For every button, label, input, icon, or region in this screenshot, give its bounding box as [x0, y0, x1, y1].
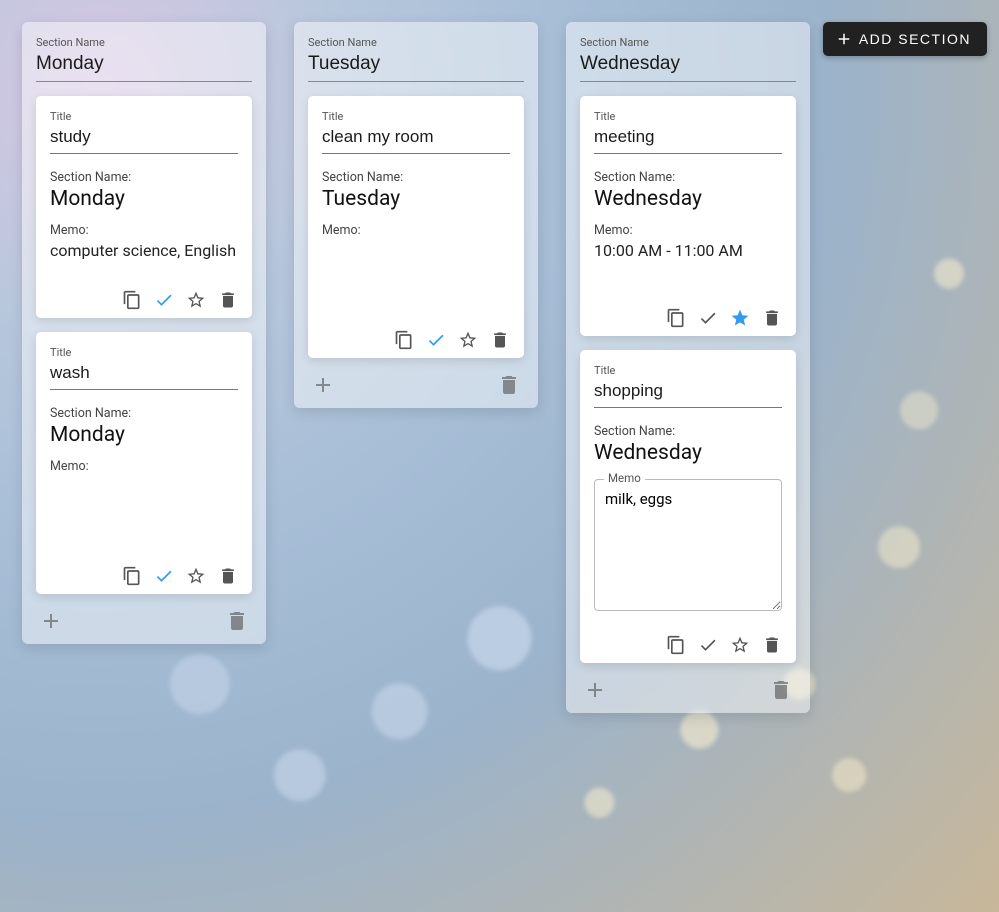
- trash-icon[interactable]: [762, 308, 782, 328]
- task-section-value: Wednesday: [594, 187, 782, 211]
- task-section-label: Section Name:: [50, 406, 238, 421]
- task-title-label: Title: [50, 346, 238, 359]
- task-card: Title Section Name: Tuesday Memo:: [308, 96, 524, 358]
- section-name-label: Section Name: [308, 36, 524, 49]
- task-card: Title Section Name: Wednesday Memo: [580, 350, 796, 663]
- delete-section-button[interactable]: [496, 372, 522, 398]
- memo-box-legend: Memo: [604, 471, 645, 485]
- task-card: Title Section Name: Monday Memo: compute…: [36, 96, 252, 318]
- task-section-value: Monday: [50, 423, 238, 447]
- copy-icon[interactable]: [394, 330, 414, 350]
- add-section-button[interactable]: ADD SECTION: [823, 22, 987, 56]
- task-card: Title Section Name: Monday Memo:: [36, 332, 252, 594]
- section-name-label: Section Name: [580, 36, 796, 49]
- task-title-input[interactable]: [594, 377, 782, 408]
- section-name-input[interactable]: [36, 49, 252, 82]
- add-icon: [835, 30, 853, 48]
- task-memo-value: [322, 240, 510, 260]
- add-task-button[interactable]: [310, 372, 336, 398]
- task-section-label: Section Name:: [594, 424, 782, 439]
- task-memo-label: Memo:: [50, 223, 238, 238]
- task-title-input[interactable]: [50, 359, 238, 390]
- copy-icon[interactable]: [666, 308, 686, 328]
- section-card-monday: Section Name Title Section Name: Monday …: [22, 22, 266, 644]
- star-icon[interactable]: [186, 566, 206, 586]
- task-section-label: Section Name:: [50, 170, 238, 185]
- delete-section-button[interactable]: [224, 608, 250, 634]
- task-card: Title Section Name: Wednesday Memo: 10:0…: [580, 96, 796, 336]
- task-memo-label: Memo:: [322, 223, 510, 238]
- task-memo-value: computer science, English: [50, 240, 238, 262]
- add-task-button[interactable]: [582, 677, 608, 703]
- task-title-input[interactable]: [50, 123, 238, 154]
- copy-icon[interactable]: [666, 635, 686, 655]
- copy-icon[interactable]: [122, 290, 142, 310]
- trash-icon[interactable]: [762, 635, 782, 655]
- task-section-value: Tuesday: [322, 187, 510, 211]
- task-title-label: Title: [50, 110, 238, 123]
- delete-section-button[interactable]: [768, 677, 794, 703]
- task-memo-label: Memo:: [50, 459, 238, 474]
- task-memo-value: 10:00 AM - 11:00 AM: [594, 240, 782, 262]
- check-icon[interactable]: [154, 566, 174, 586]
- task-section-value: Wednesday: [594, 441, 782, 465]
- section-name-label: Section Name: [36, 36, 252, 49]
- section-name-input[interactable]: [580, 49, 796, 82]
- check-icon[interactable]: [698, 635, 718, 655]
- check-icon[interactable]: [154, 290, 174, 310]
- task-title-label: Title: [322, 110, 510, 123]
- task-section-label: Section Name:: [322, 170, 510, 185]
- task-section-value: Monday: [50, 187, 238, 211]
- task-title-label: Title: [594, 110, 782, 123]
- task-title-input[interactable]: [594, 123, 782, 154]
- trash-icon[interactable]: [490, 330, 510, 350]
- task-memo-label: Memo:: [594, 223, 782, 238]
- trash-icon[interactable]: [218, 566, 238, 586]
- add-task-button[interactable]: [38, 608, 64, 634]
- trash-icon[interactable]: [218, 290, 238, 310]
- task-title-label: Title: [594, 364, 782, 377]
- memo-textarea[interactable]: [594, 479, 782, 611]
- copy-icon[interactable]: [122, 566, 142, 586]
- section-card-tuesday: Section Name Title Section Name: Tuesday…: [294, 22, 538, 408]
- task-memo-value: [50, 476, 238, 496]
- check-icon[interactable]: [426, 330, 446, 350]
- star-icon[interactable]: [186, 290, 206, 310]
- section-name-input[interactable]: [308, 49, 524, 82]
- task-title-input[interactable]: [322, 123, 510, 154]
- star-icon[interactable]: [730, 635, 750, 655]
- add-section-label: ADD SECTION: [859, 31, 971, 47]
- check-icon[interactable]: [698, 308, 718, 328]
- star-icon[interactable]: [458, 330, 478, 350]
- star-icon[interactable]: [730, 308, 750, 328]
- task-section-label: Section Name:: [594, 170, 782, 185]
- section-card-wednesday: Section Name Title Section Name: Wednesd…: [566, 22, 810, 713]
